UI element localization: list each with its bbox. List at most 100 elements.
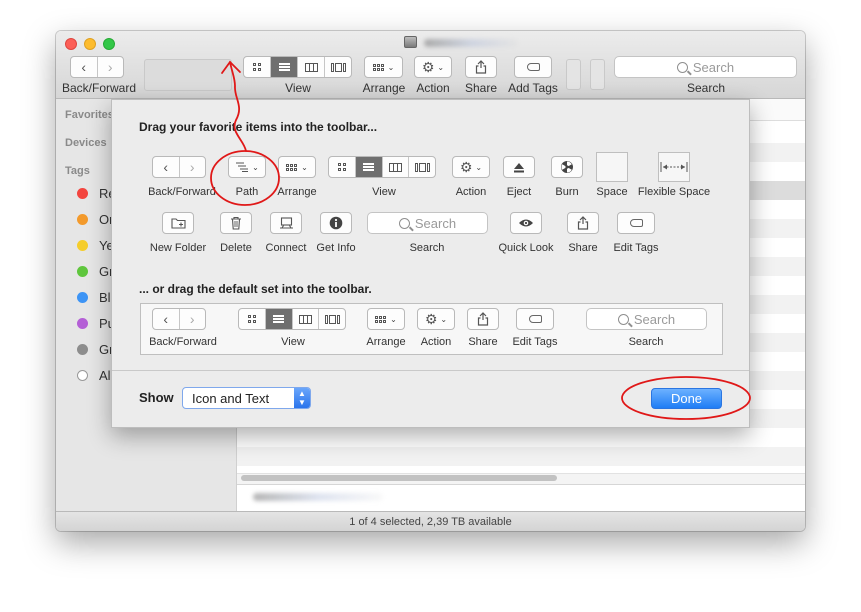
default-back-forward-label: Back/Forward [149,336,217,348]
chevron-left-icon: ‹ [163,159,169,175]
connect-item[interactable] [270,212,302,234]
flexible-space-item-label: Flexible Space [637,186,711,198]
back-button[interactable]: ‹ [71,57,98,77]
close-window-button[interactable] [65,38,77,50]
default-search-placeholder: Search [633,311,676,327]
quick-look-item[interactable] [510,212,542,234]
arrange-button[interactable]: ⌄ [364,56,403,78]
empty-toolbar-slot [144,59,232,91]
chevron-down-icon: ⌄ [387,62,395,72]
share-icon [577,216,589,230]
tag-color-dot [77,291,88,303]
cover-flow-button[interactable] [325,57,351,77]
icon-view-button[interactable] [329,157,356,177]
default-action: ⚙ ⌄ [417,308,455,330]
burn-item[interactable] [551,156,583,178]
search-input[interactable]: Search [614,56,797,78]
edit-tags-item[interactable] [617,212,655,234]
list-view-button [265,309,293,329]
back-forward-item[interactable]: ‹ › [152,156,206,178]
sidebar-tag-green[interactable]: Gr [77,263,113,279]
share-item-label: Share [568,242,598,254]
icon-view-icon [337,163,346,171]
sidebar-tag-red[interactable]: Re [77,185,116,201]
sidebar-tag-label: Bl [99,289,111,305]
share-item[interactable] [567,212,599,234]
default-search-label: Search [628,336,664,348]
delete-item[interactable] [220,212,252,234]
tag-color-dot [77,187,88,199]
add-tags-label: Add Tags [508,81,558,95]
tag-icon [629,219,643,227]
sidebar-tag-all[interactable]: Al [77,367,111,383]
sidebar-tag-label: Al [99,367,111,383]
list-view-button[interactable] [355,157,383,177]
eject-item[interactable] [503,156,535,178]
share-button[interactable] [465,56,497,78]
view-item[interactable] [328,156,436,178]
share-icon [477,312,489,326]
updown-arrows-icon: ▲ ▼ [294,388,310,408]
arrange-icon [375,315,387,323]
forward-button[interactable]: › [98,57,124,77]
default-back-forward: ‹ › [152,308,206,330]
show-popup[interactable]: Icon and Text ▲ ▼ [182,387,311,409]
cover-flow-button[interactable] [409,157,435,177]
search-item[interactable]: Search [367,212,488,234]
action-item-label: Action [455,186,487,198]
back-forward-control[interactable]: ‹ › [70,56,124,78]
chevron-down-icon: ⌄ [301,162,308,172]
sidebar-header-favorites: Favorites [65,109,114,121]
new-folder-item[interactable] [162,212,194,234]
forward-button[interactable]: › [180,157,206,177]
arrange-icon [286,163,298,171]
show-label: Show [139,390,174,405]
scrollbar-thumb[interactable] [241,475,557,481]
column-view-button [293,309,320,329]
sidebar-tag-blue[interactable]: Bl [77,289,111,305]
table-row[interactable] [237,447,805,466]
add-tags-button[interactable] [514,56,552,78]
connect-icon [279,216,293,229]
column-view-button[interactable] [298,57,325,77]
new-folder-item-label: New Folder [149,242,207,254]
view-label: View [285,81,311,95]
view-control[interactable] [243,56,352,78]
list-view-button[interactable] [271,57,298,77]
default-share [467,308,499,330]
chevron-down-icon: ⌄ [437,62,445,72]
column-view-button[interactable] [383,157,410,177]
space-item[interactable] [596,152,628,182]
get-info-item[interactable] [320,212,352,234]
zoom-window-button[interactable] [103,38,115,50]
sidebar-header-tags: Tags [65,165,90,177]
done-button[interactable]: Done [651,388,722,409]
icon-view-button[interactable] [244,57,271,77]
default-edit-tags-label: Edit Tags [512,336,558,348]
default-arrange: ⌄ [367,308,405,330]
path-item[interactable]: ⌄ [228,156,266,178]
back-button[interactable]: ‹ [153,157,180,177]
path-icon [236,162,249,172]
list-view-icon [278,62,290,73]
action-button[interactable]: ⚙ ⌄ [414,56,452,78]
chevron-right-icon: › [107,59,113,75]
minimize-window-button[interactable] [84,38,96,50]
default-toolbar-set[interactable]: ‹ › Back/Forward View ⌄ Arrange ⚙ ⌄ Actio… [140,303,723,355]
sidebar-tag-yellow[interactable]: Ye [77,237,114,253]
flexible-space-item[interactable] [658,152,690,182]
share-label: Share [464,81,498,95]
sidebar-tag-purple[interactable]: Pu [77,315,115,331]
sidebar-tag-orange[interactable]: Or [77,211,113,227]
tag-color-dot [77,265,88,277]
chevron-right-icon: › [189,311,195,327]
sidebar-tag-gray[interactable]: Gr [77,341,113,357]
chevron-right-icon: › [189,159,195,175]
action-item[interactable]: ⚙ ⌄ [452,156,490,178]
default-edit-tags [516,308,554,330]
arrange-item[interactable]: ⌄ [278,156,316,178]
sidebar-header-devices: Devices [65,137,107,149]
sheet-divider [112,370,749,371]
search-placeholder: Search [692,59,735,75]
empty-toolbar-slot [590,59,605,90]
